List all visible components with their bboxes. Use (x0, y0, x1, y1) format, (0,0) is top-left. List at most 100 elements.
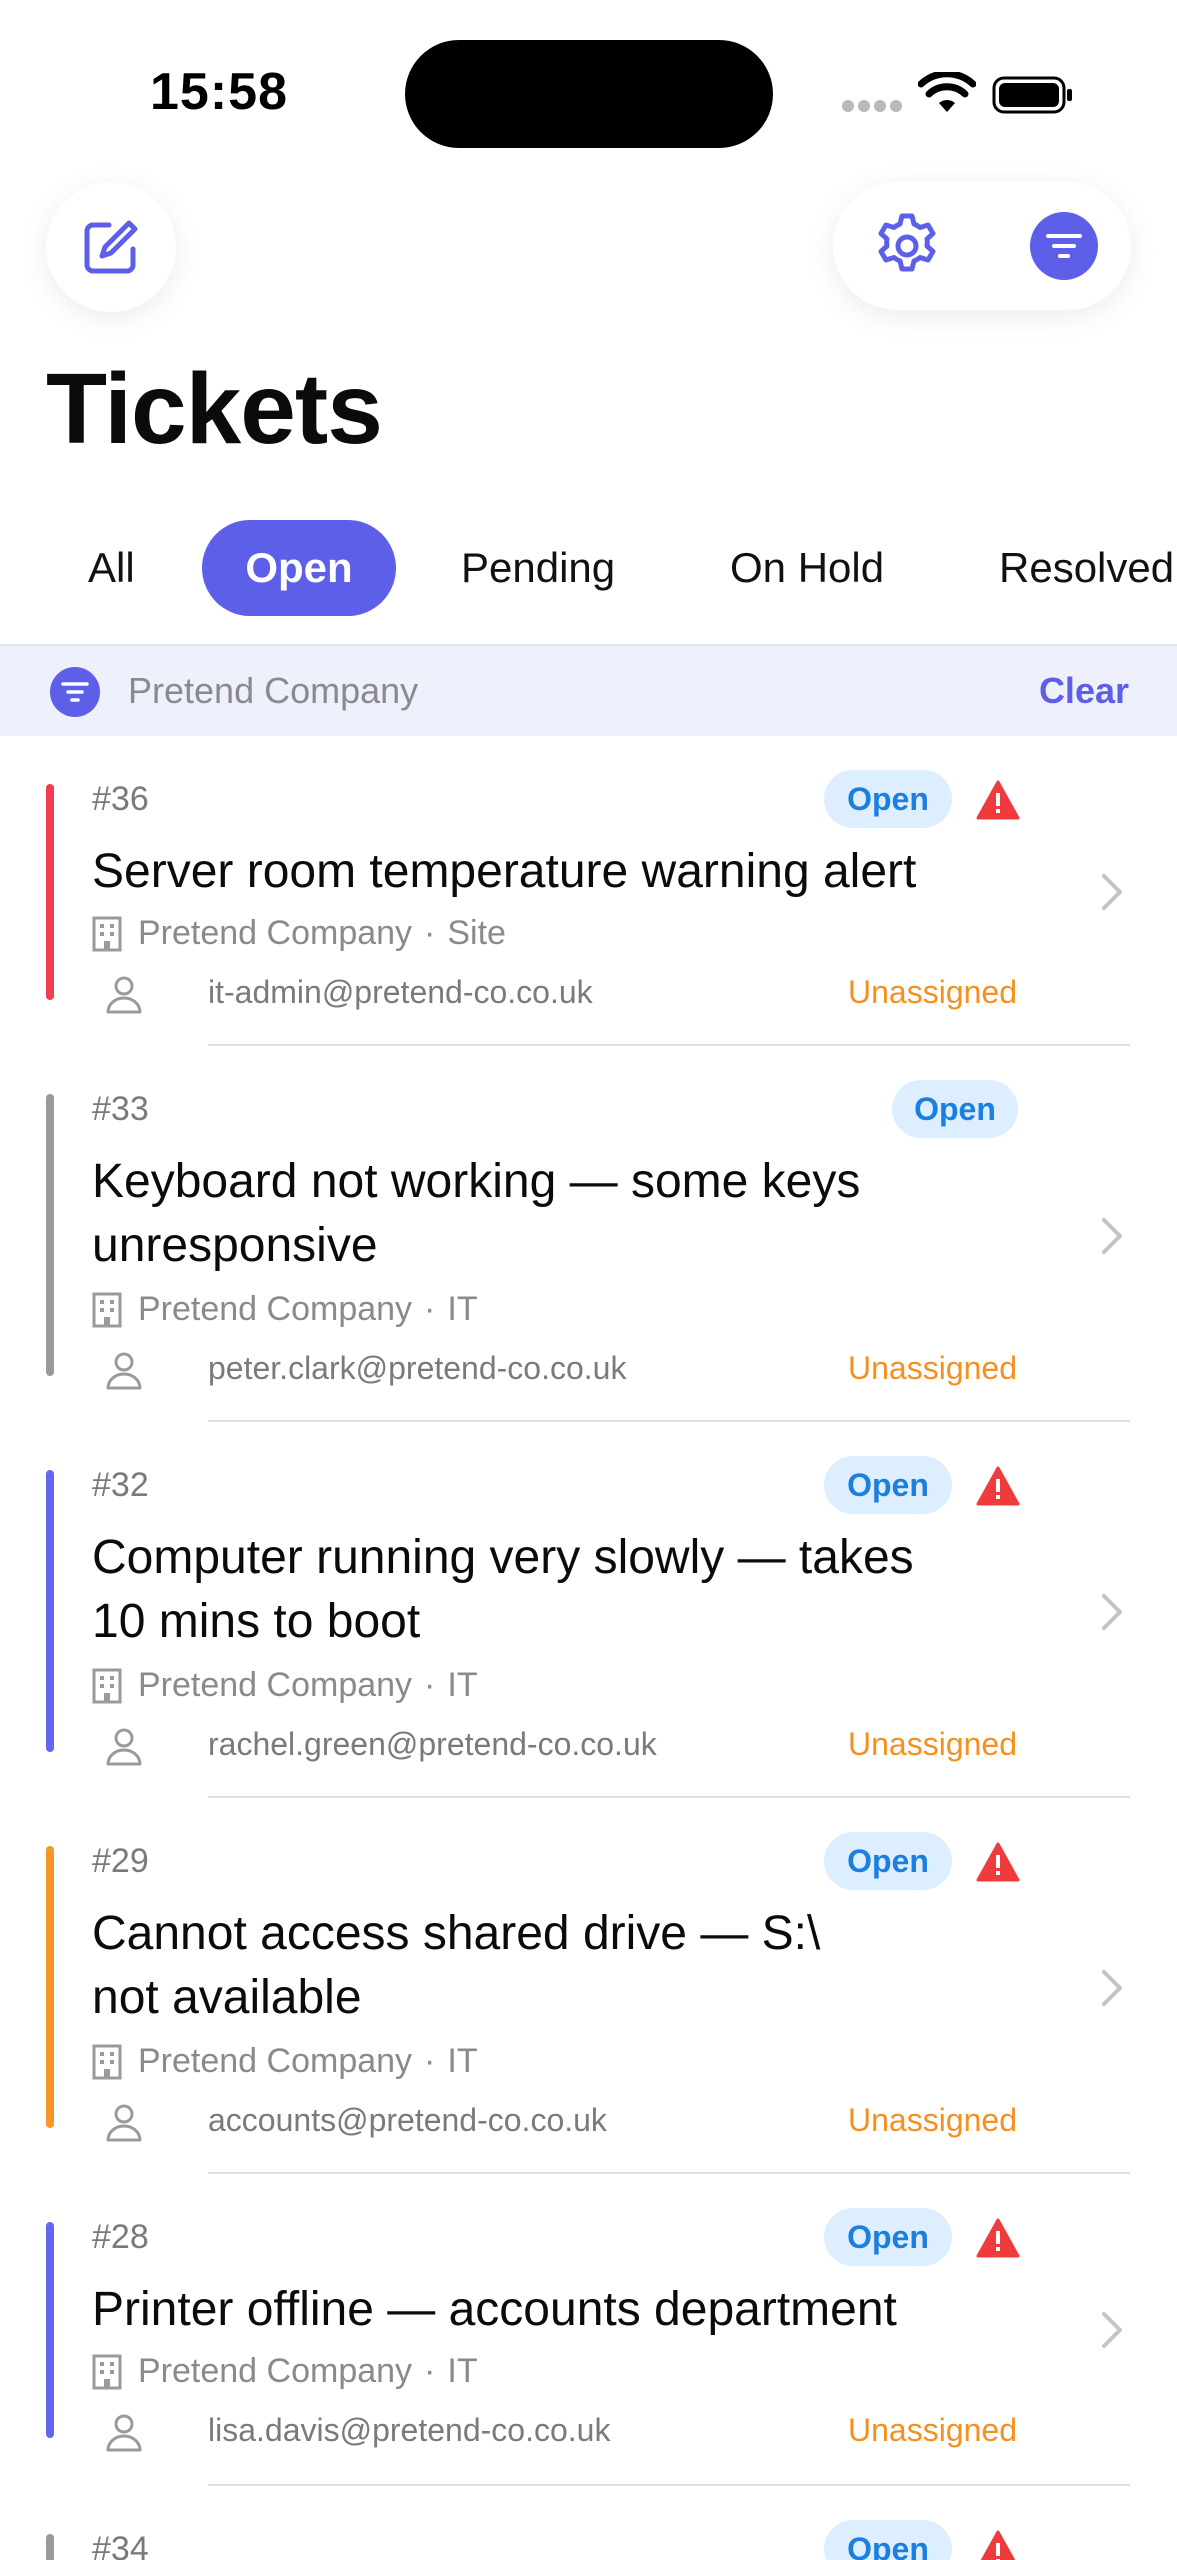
ticket-category: Site (447, 914, 506, 952)
person-icon (106, 976, 142, 1014)
filter-icon (50, 667, 100, 717)
building-icon (92, 2044, 122, 2079)
assignee-status: Unassigned (848, 1726, 1017, 1762)
status-badge: Open (824, 2208, 952, 2266)
requester-email: lisa.davis@pretend-co.co.uk (208, 2412, 611, 2448)
assignee-status: Unassigned (848, 2412, 1017, 2448)
ticket-number: #33 (92, 1090, 149, 1128)
ticket-title-line: unresponsive (92, 1219, 378, 1272)
filter-button[interactable] (1030, 212, 1098, 280)
compose-button[interactable] (46, 182, 176, 312)
ticket-title-line: Printer offline — accounts department (92, 2283, 897, 2336)
filter-label: Pretend Company (128, 670, 419, 711)
warning-icon (976, 1842, 1020, 1882)
company-name: Pretend Company (138, 1666, 413, 1704)
requester-email: peter.clark@pretend-co.co.uk (208, 1350, 627, 1386)
ticket-company: Pretend Company · IT (92, 1666, 478, 1705)
ticket-company: Pretend Company · IT (92, 2042, 478, 2081)
filter-icon (1046, 234, 1082, 258)
chevron-right-icon (1102, 1218, 1122, 1254)
priority-accent (46, 1846, 54, 2128)
header-actions (833, 182, 1131, 310)
priority-accent (46, 784, 54, 1000)
chevron-right-icon (1102, 874, 1122, 910)
chevron-right-icon (1102, 1970, 1122, 2006)
ticket-title: Keyboard not working — some keys unrespon… (92, 1150, 1012, 1278)
status-time: 15:58 (150, 63, 288, 121)
status-badge: Open (824, 770, 952, 828)
ticket-number: #34 (92, 2530, 149, 2560)
ticket-title: Printer offline — accounts department (92, 2278, 1012, 2342)
compose-icon (84, 220, 138, 274)
status-bar: 15:58 (0, 0, 1177, 148)
ticket-row[interactable]: #33 Open Keyboard not working — some key… (0, 1046, 1177, 1422)
wifi-icon (918, 72, 976, 112)
settings-button[interactable] (867, 206, 947, 286)
status-tabs: All Open Pending On Hold Resolved (0, 520, 1177, 616)
ticket-title: Cannot access shared drive — S:\ not avai… (92, 1902, 1012, 2030)
ticket-row[interactable]: #29 Open Cannot access shared drive — S:… (0, 1798, 1177, 2174)
ticket-number: #32 (92, 1466, 149, 1504)
person-icon (106, 2104, 142, 2142)
warning-icon (976, 1466, 1020, 1506)
person-icon (106, 1728, 142, 1766)
ticket-category: IT (447, 1666, 478, 1704)
chevron-right-icon (1102, 1594, 1122, 1630)
ticket-title-line: 10 mins to boot (92, 1595, 421, 1648)
ticket-category: IT (447, 2042, 478, 2080)
ticket-row[interactable]: #36 Open Server room temperature warning… (0, 736, 1177, 1046)
ticket-title: Server room temperature warning alert (92, 840, 1012, 904)
chevron-right-icon (1102, 2312, 1122, 2348)
status-badge: Open (892, 1080, 1018, 1138)
person-icon (106, 2414, 142, 2452)
status-badge: Open (824, 1456, 952, 1514)
tab-open[interactable]: Open (202, 520, 396, 616)
ticket-company: Pretend Company · Site (92, 914, 506, 953)
tab-all[interactable]: All (88, 520, 135, 616)
requester-email: it-admin@pretend-co.co.uk (208, 974, 593, 1010)
active-filter-banner: Pretend Company Clear (0, 644, 1177, 736)
ticket-title-line: Server room temperature warning alert (92, 845, 917, 898)
building-icon (92, 1668, 122, 1703)
warning-icon (980, 2530, 1016, 2560)
ticket-title-line: Computer running very slowly — takes (92, 1531, 914, 1584)
ticket-row[interactable]: #34 Open (0, 2486, 1177, 2560)
priority-accent (46, 1094, 54, 1376)
ticket-row[interactable]: #28 Open Printer offline — accounts depa… (0, 2174, 1177, 2486)
status-badge: Open (824, 1832, 952, 1890)
ticket-row[interactable]: #32 Open Computer running very slowly — … (0, 1422, 1177, 1798)
priority-accent (46, 2222, 54, 2438)
tab-on-hold[interactable]: On Hold (730, 520, 884, 616)
ticket-company: Pretend Company · IT (92, 1290, 478, 1329)
battery-icon (992, 76, 1072, 114)
page-title: Tickets (46, 353, 383, 465)
building-icon (92, 1292, 122, 1327)
priority-accent (46, 1470, 54, 1752)
assignee-status: Unassigned (848, 2102, 1017, 2138)
person-icon (106, 1352, 142, 1390)
ticket-number: #36 (92, 780, 149, 818)
status-badge: Open (824, 2520, 952, 2560)
warning-icon (976, 780, 1020, 820)
ticket-number: #28 (92, 2218, 149, 2256)
ticket-title-line: not available (92, 1971, 362, 2024)
gear-icon (878, 213, 936, 272)
company-name: Pretend Company (138, 914, 413, 952)
tab-resolved[interactable]: Resolved (999, 520, 1174, 616)
company-name: Pretend Company (138, 2042, 413, 2080)
dynamic-island (405, 40, 773, 148)
company-name: Pretend Company (138, 2352, 413, 2390)
clear-filter-button[interactable]: Clear (1039, 670, 1129, 712)
ticket-title-line: Cannot access shared drive — S:\ (92, 1907, 821, 1960)
cellular-signal-icon (842, 100, 902, 114)
ticket-title-line: Keyboard not working — some keys (92, 1155, 861, 1208)
ticket-company: Pretend Company · IT (92, 2352, 478, 2391)
ticket-category: IT (447, 2352, 478, 2390)
priority-accent (46, 2534, 54, 2560)
requester-email: accounts@pretend-co.co.uk (208, 2102, 607, 2138)
warning-icon (976, 2218, 1020, 2258)
assignee-status: Unassigned (848, 974, 1017, 1010)
building-icon (92, 916, 122, 951)
ticket-category: IT (447, 1290, 478, 1328)
tab-pending[interactable]: Pending (461, 520, 615, 616)
